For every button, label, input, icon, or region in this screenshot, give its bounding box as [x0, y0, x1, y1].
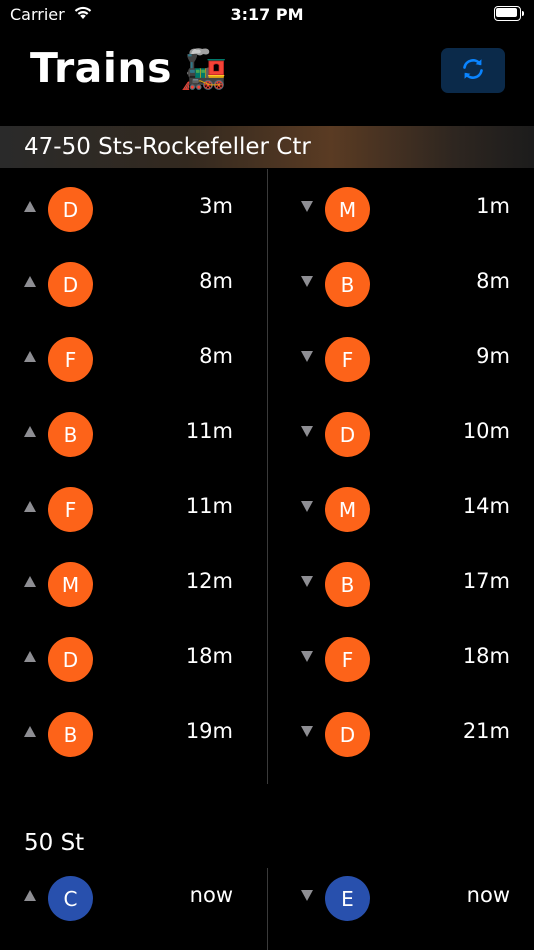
arrival-row[interactable]: D 8m	[0, 247, 267, 322]
line-badge: B	[48, 712, 93, 757]
arrival-row[interactable]: B 17m	[277, 547, 534, 622]
arrival-row[interactable]: M 14m	[277, 472, 534, 547]
station-arrivals: D 3m D 8m F 8m B 11m F 11m M 12m D 18m B…	[0, 169, 534, 784]
downtown-arrow-icon	[301, 890, 313, 901]
uptown-arrow-icon	[24, 276, 36, 287]
arrival-row[interactable]: C now	[0, 861, 267, 936]
arrival-time: 3m	[199, 194, 233, 218]
arrival-row[interactable]: F 9m	[277, 322, 534, 397]
downtown-arrow-icon	[301, 351, 313, 362]
arrival-time: 11m	[185, 419, 233, 443]
train-icon: 🚂	[180, 47, 228, 91]
downtown-arrow-icon	[301, 201, 313, 212]
uptown-arrow-icon	[24, 501, 36, 512]
arrival-row[interactable]: M 12m	[0, 547, 267, 622]
arrival-time: 17m	[462, 569, 510, 593]
line-badge: B	[325, 262, 370, 307]
arrival-row[interactable]: F 11m	[0, 472, 267, 547]
arrival-time: 14m	[462, 494, 510, 518]
line-badge: M	[48, 562, 93, 607]
arrival-time: 10m	[462, 419, 510, 443]
arrival-row[interactable]: B 8m	[277, 247, 534, 322]
uptown-arrow-icon	[24, 726, 36, 737]
line-badge: M	[325, 487, 370, 532]
line-badge: M	[325, 187, 370, 232]
uptown-arrow-icon	[24, 426, 36, 437]
downtown-arrow-icon	[301, 276, 313, 287]
arrival-time: 8m	[199, 269, 233, 293]
arrival-row[interactable]: F 18m	[277, 622, 534, 697]
arrival-time: 21m	[462, 719, 510, 743]
uptown-arrow-icon	[24, 576, 36, 587]
line-badge: D	[325, 412, 370, 457]
line-badge: F	[325, 637, 370, 682]
arrival-time: 1m	[476, 194, 510, 218]
uptown-arrow-icon	[24, 351, 36, 362]
arrival-row[interactable]: B 19m	[0, 697, 267, 772]
arrival-row[interactable]: B 11m	[0, 397, 267, 472]
refresh-button[interactable]	[441, 48, 505, 93]
station-name: 50 St	[24, 830, 85, 856]
downtown-arrow-icon	[301, 576, 313, 587]
line-badge: B	[325, 562, 370, 607]
arrival-row[interactable]: M 1m	[277, 172, 534, 247]
station-name: 47-50 Sts-Rockefeller Ctr	[24, 134, 311, 160]
line-badge: D	[48, 262, 93, 307]
status-bar: Carrier 3:17 PM	[0, 0, 534, 32]
line-badge: E	[325, 876, 370, 921]
arrival-row[interactable]: F 8m	[0, 322, 267, 397]
downtown-arrow-icon	[301, 726, 313, 737]
arrival-row[interactable]: D 10m	[277, 397, 534, 472]
arrival-time: 18m	[462, 644, 510, 668]
uptown-arrow-icon	[24, 890, 36, 901]
arrival-time: 19m	[185, 719, 233, 743]
line-badge: D	[48, 637, 93, 682]
arrival-row[interactable]: D 3m	[0, 172, 267, 247]
line-badge: F	[325, 337, 370, 382]
status-time: 3:17 PM	[230, 5, 304, 24]
downtown-arrow-icon	[301, 651, 313, 662]
station-arrivals: C now E now	[0, 861, 534, 950]
arrival-time: now	[189, 883, 233, 907]
arrival-time: 11m	[185, 494, 233, 518]
arrival-time: 12m	[185, 569, 233, 593]
uptown-arrow-icon	[24, 651, 36, 662]
arrival-row[interactable]: D 21m	[277, 697, 534, 772]
column-divider	[267, 169, 268, 784]
arrival-time: 9m	[476, 344, 510, 368]
arrival-time: now	[466, 883, 510, 907]
station-header: 50 St	[0, 822, 534, 864]
arrival-time: 8m	[476, 269, 510, 293]
station-header: 47-50 Sts-Rockefeller Ctr	[0, 126, 534, 168]
downtown-arrow-icon	[301, 426, 313, 437]
arrival-time: 18m	[185, 644, 233, 668]
line-badge: D	[325, 712, 370, 757]
arrival-time: 8m	[199, 344, 233, 368]
page-title: Trains 🚂	[30, 44, 228, 92]
arrival-row[interactable]: D 18m	[0, 622, 267, 697]
uptown-arrow-icon	[24, 201, 36, 212]
battery-icon	[494, 6, 524, 21]
downtown-arrow-icon	[301, 501, 313, 512]
line-badge: D	[48, 187, 93, 232]
page-title-text: Trains	[30, 44, 172, 92]
line-badge: C	[48, 876, 93, 921]
line-badge: B	[48, 412, 93, 457]
arrival-row[interactable]: E now	[277, 861, 534, 936]
column-divider	[267, 868, 268, 950]
line-badge: F	[48, 337, 93, 382]
line-badge: F	[48, 487, 93, 532]
refresh-icon	[459, 55, 487, 87]
